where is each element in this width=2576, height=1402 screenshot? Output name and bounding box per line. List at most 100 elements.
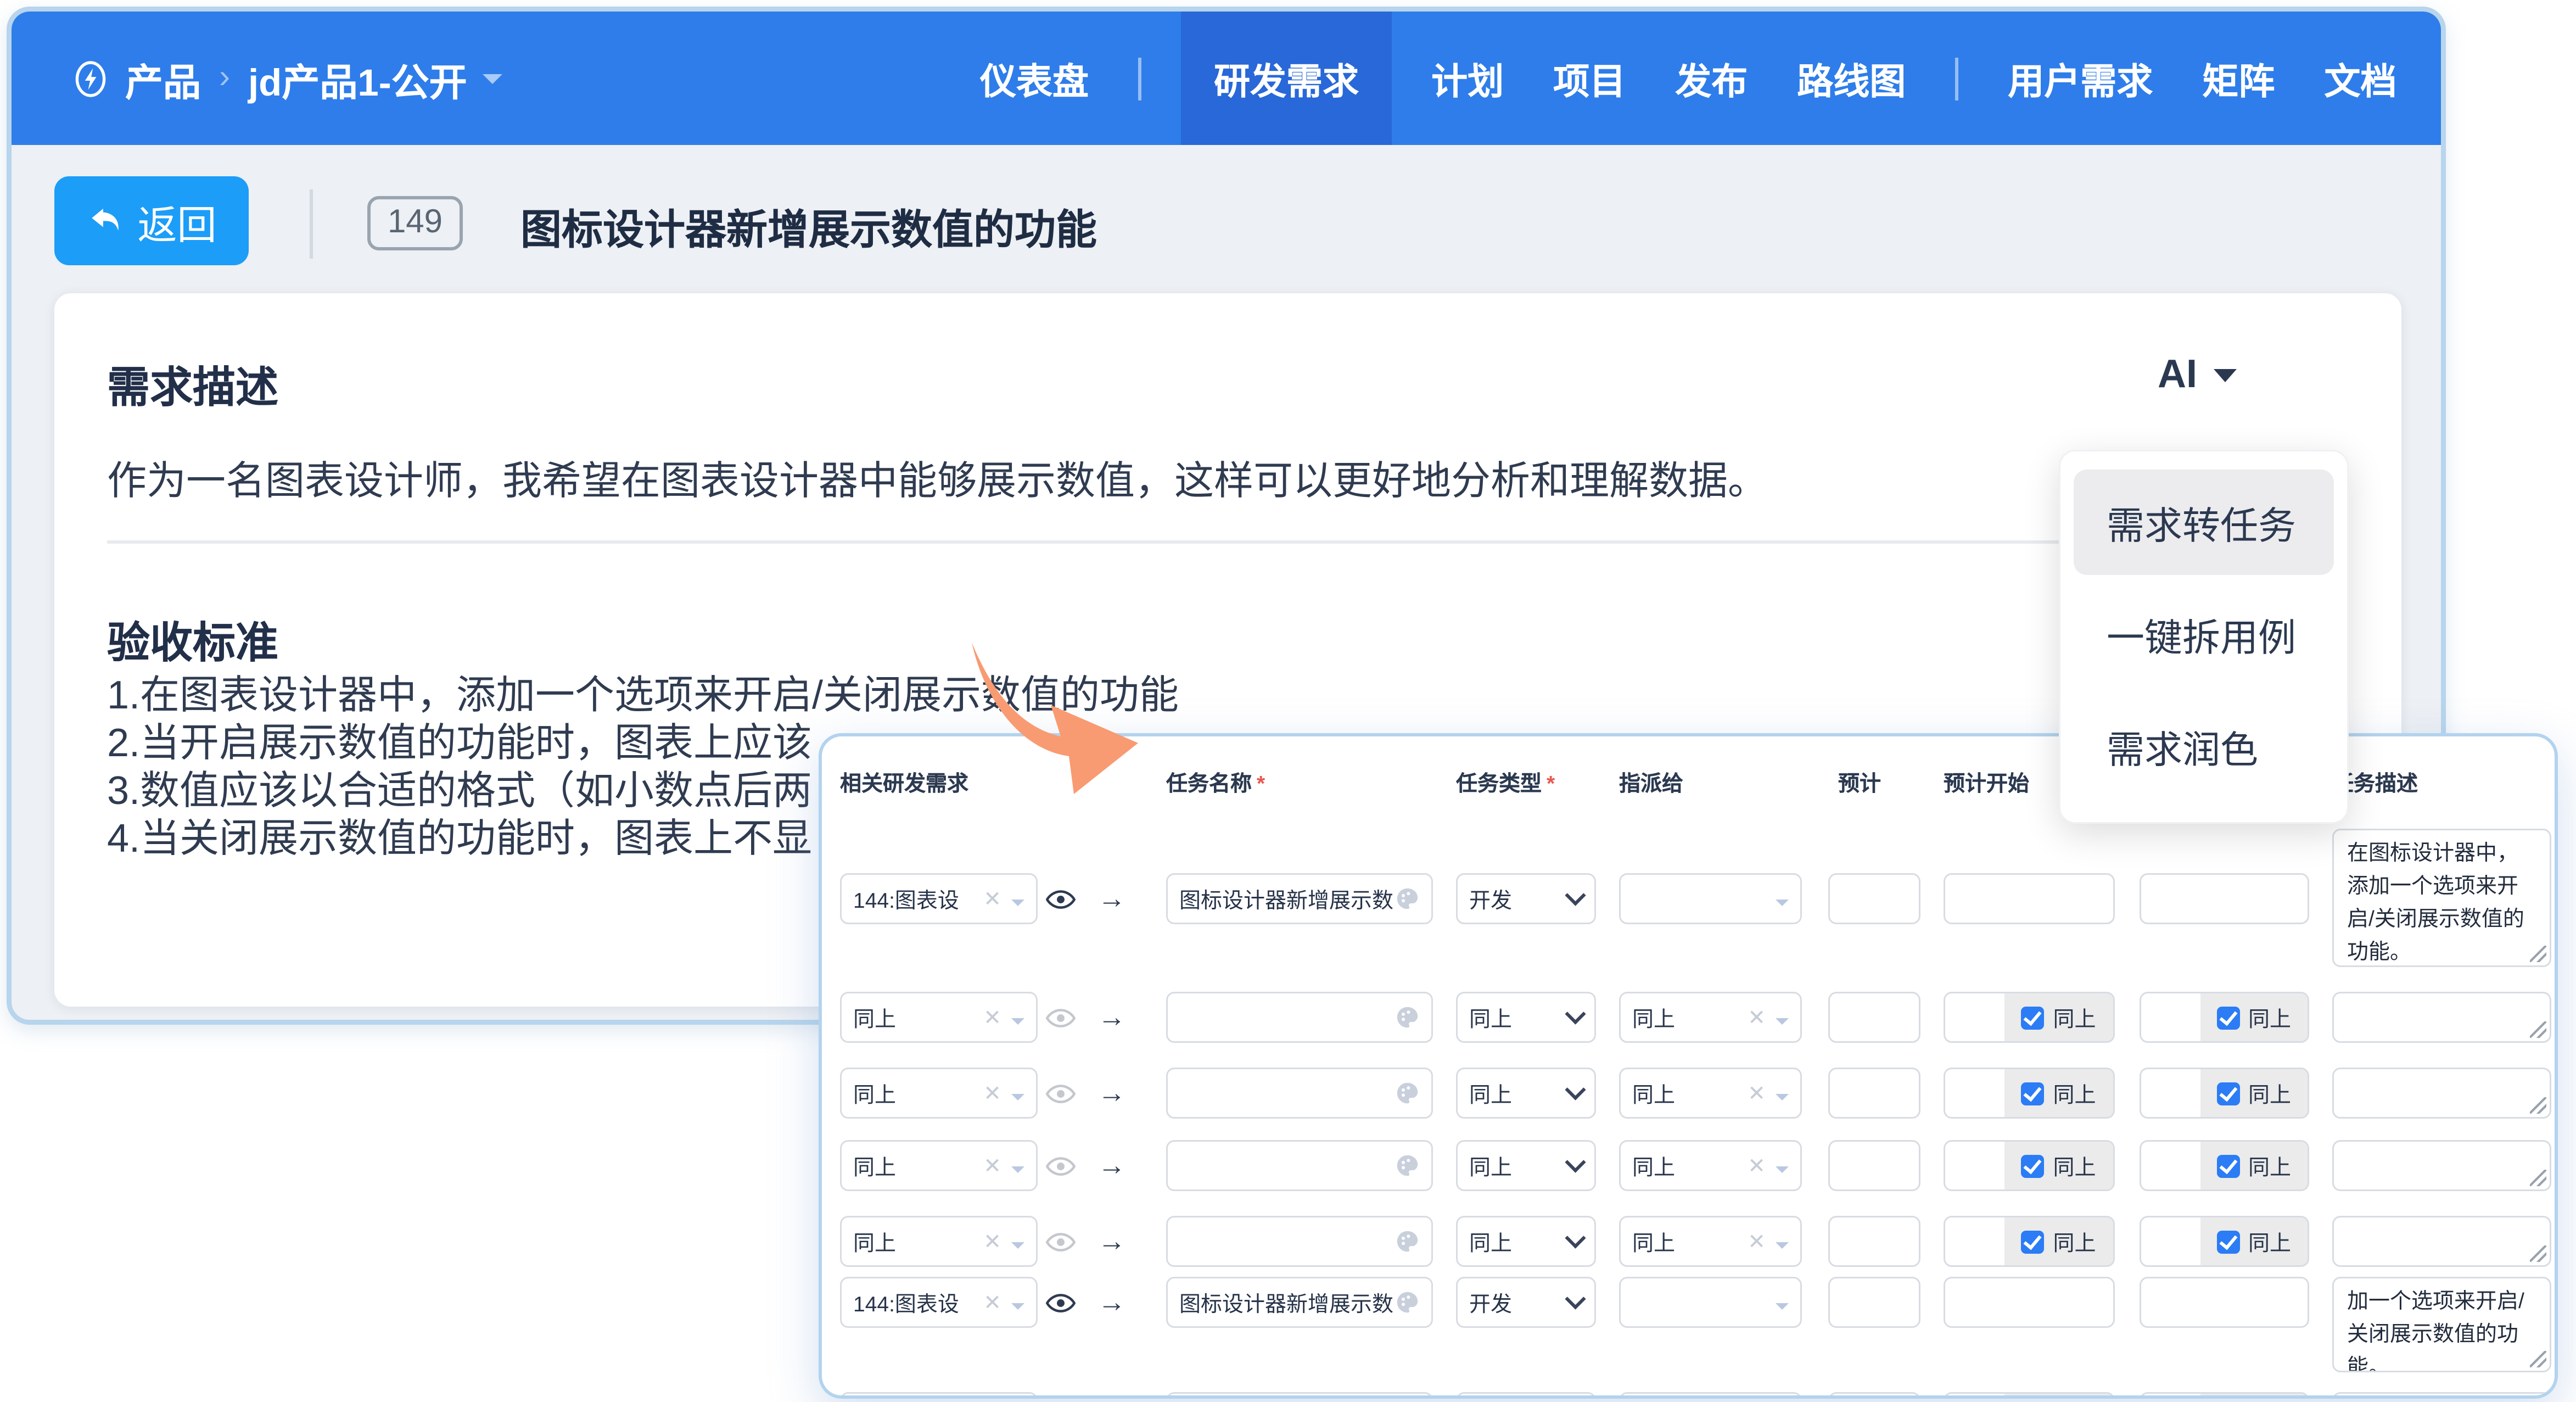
requirement-select[interactable]: 144:图表设 ✕ [840,1277,1038,1328]
task-name-input[interactable] [1166,1216,1433,1267]
planned-start-same-field[interactable]: 同上 [1944,992,2115,1043]
assignee-select[interactable]: 同上 ✕ [1619,992,1802,1043]
clear-icon[interactable]: ✕ [983,1082,1001,1104]
palette-icon[interactable] [1395,1005,1420,1030]
requirement-select[interactable]: 同上 ✕ [840,1068,1038,1119]
task-description-textarea[interactable] [2332,1068,2551,1119]
preview-eye-icon[interactable] [1039,1277,1082,1328]
chevron-down-icon[interactable] [481,74,502,94]
assignee-select[interactable] [1619,1277,1802,1328]
back-button[interactable]: 返回 [54,176,249,265]
due-date-same-field[interactable]: 同上 [2140,1216,2309,1267]
task-name-input[interactable]: 图标设计器新增展示数 [1166,873,1433,924]
due-date-same-field[interactable]: 同上 [2140,992,2309,1043]
breadcrumb-current-product[interactable]: jd产品1-公开 [248,51,467,107]
same-as-above-checkbox[interactable] [2216,1081,2240,1105]
task-name-input[interactable] [1166,1140,1433,1191]
estimate-input[interactable] [1828,1277,1920,1328]
clear-icon[interactable]: ✕ [983,1231,1001,1252]
palette-icon[interactable] [1395,1081,1420,1105]
task-name-input[interactable] [1166,992,1433,1043]
task-description-textarea[interactable]: 在图标设计器中，添加一个选项来开启/关闭展示数值的功能。 [2332,829,2551,967]
preview-eye-icon[interactable] [1039,1140,1082,1191]
task-type-select[interactable]: 同上 [1456,1216,1596,1267]
task-description-textarea[interactable] [2332,1216,2551,1267]
preview-eye-icon[interactable] [1039,1216,1082,1267]
clear-icon[interactable]: ✕ [983,1155,1001,1176]
planned-start-same-field[interactable] [1944,1392,2115,1395]
estimate-input[interactable] [1828,1392,1920,1395]
nav-tab-docs[interactable]: 文档 [2324,52,2396,105]
same-as-above-checkbox[interactable] [2216,1154,2240,1177]
requirement-select[interactable]: 144:图表设 ✕ [840,873,1038,924]
estimate-input[interactable] [1828,1140,1920,1191]
menu-item-split-use-case[interactable]: 一键拆用例 [2074,582,2334,687]
task-name-input[interactable] [1166,1068,1433,1119]
same-as-above-checkbox[interactable] [2216,1006,2240,1029]
assignee-select[interactable]: 同上 ✕ [1619,1068,1802,1119]
planned-start-same-field[interactable]: 同上 [1944,1068,2115,1119]
assignee-select[interactable] [1619,1392,1802,1395]
assignee-select[interactable] [1619,873,1802,924]
same-as-above-checkbox[interactable] [2021,1230,2045,1253]
palette-icon[interactable] [1395,1290,1420,1315]
task-type-select[interactable] [1456,1392,1596,1395]
assignee-select[interactable]: 同上 ✕ [1619,1140,1802,1191]
task-description-textarea[interactable]: 加一个选项来开启/关闭展示数值的功能。 [2332,1277,2551,1372]
due-date-same-field[interactable]: 同上 [2140,1140,2309,1191]
task-type-select[interactable]: 同上 [1456,992,1596,1043]
planned-start-input[interactable] [1944,873,2115,924]
preview-eye-icon[interactable] [1039,992,1082,1043]
task-name-input[interactable]: 图标设计器新增展示数 [1166,1277,1433,1328]
planned-start-input[interactable] [1944,1277,2115,1328]
due-date-input[interactable] [2140,1277,2309,1328]
menu-item-polish-requirement[interactable]: 需求润色 [2074,694,2334,799]
due-date-same-field[interactable] [2140,1392,2309,1395]
requirement-select[interactable]: 同上 ✕ [840,1216,1038,1267]
clear-icon[interactable]: ✕ [983,1007,1001,1028]
menu-item-requirement-to-task[interactable]: 需求转任务 [2074,470,2334,575]
task-description-textarea[interactable] [2332,1140,2551,1191]
clear-icon[interactable]: ✕ [1748,1007,1766,1028]
task-type-select[interactable]: 开发 [1456,1277,1596,1328]
estimate-input[interactable] [1828,1216,1920,1267]
estimate-input[interactable] [1828,873,1920,924]
estimate-input[interactable] [1828,1068,1920,1119]
task-description-textarea[interactable] [2332,992,2551,1043]
task-description-textarea[interactable] [2332,1392,2551,1395]
task-name-input[interactable] [1166,1392,1433,1395]
palette-icon[interactable] [1395,886,1420,911]
nav-tab-user-requirements[interactable]: 用户需求 [2008,52,2153,105]
clear-icon[interactable]: ✕ [983,1292,1001,1313]
palette-icon[interactable] [1395,1229,1420,1254]
preview-eye-icon[interactable] [1039,873,1082,924]
nav-tab-rd-requirements[interactable]: 研发需求 [1181,12,1392,145]
same-as-above-checkbox[interactable] [2021,1081,2045,1105]
planned-start-same-field[interactable]: 同上 [1944,1216,2115,1267]
requirement-select[interactable]: 同上 ✕ [840,1140,1038,1191]
planned-start-same-field[interactable]: 同上 [1944,1140,2115,1191]
requirement-select[interactable] [840,1392,1038,1395]
nav-tab-project[interactable]: 项目 [1553,52,1626,105]
task-type-select[interactable]: 同上 [1456,1140,1596,1191]
nav-tab-roadmap[interactable]: 路线图 [1797,52,1906,105]
requirement-select[interactable]: 同上 ✕ [840,992,1038,1043]
same-as-above-checkbox[interactable] [2021,1006,2045,1029]
clear-icon[interactable]: ✕ [1748,1155,1766,1176]
clear-icon[interactable]: ✕ [1748,1082,1766,1104]
nav-tab-release[interactable]: 发布 [1675,52,1748,105]
task-type-select[interactable]: 同上 [1456,1068,1596,1119]
palette-icon[interactable] [1395,1153,1420,1178]
estimate-input[interactable] [1828,992,1920,1043]
clear-icon[interactable]: ✕ [1748,1231,1766,1252]
breadcrumb-product[interactable]: 产品 [125,51,201,107]
nav-tab-plan[interactable]: 计划 [1431,52,1504,105]
clear-icon[interactable]: ✕ [983,888,1001,909]
nav-tab-matrix[interactable]: 矩阵 [2202,52,2275,105]
same-as-above-checkbox[interactable] [2021,1154,2045,1177]
nav-tab-dashboard[interactable]: 仪表盘 [980,52,1089,105]
same-as-above-checkbox[interactable] [2216,1230,2240,1253]
preview-eye-icon[interactable] [1039,1068,1082,1119]
assignee-select[interactable]: 同上 ✕ [1619,1216,1802,1267]
due-date-input[interactable] [2140,873,2309,924]
